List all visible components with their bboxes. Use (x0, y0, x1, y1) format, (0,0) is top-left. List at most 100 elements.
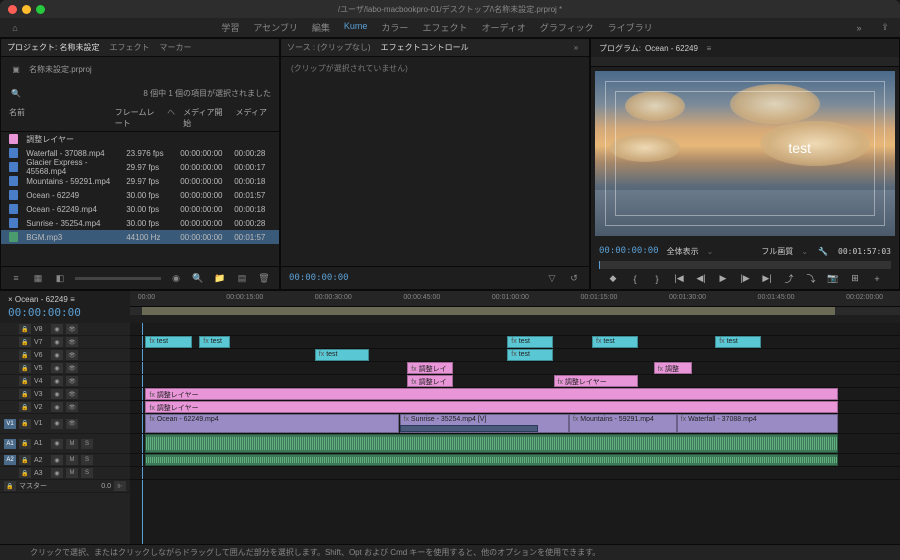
lock-icon[interactable]: 🔒 (19, 419, 31, 429)
workspace-ライブラリ[interactable]: ライブラリ (608, 21, 653, 34)
mute-button[interactable]: 👁 (66, 337, 78, 347)
tab-effects[interactable]: エフェクト (109, 42, 149, 53)
work-area-bar[interactable] (130, 307, 900, 315)
wrench-icon[interactable]: 🔧 (816, 244, 830, 258)
track-header-V2[interactable]: 🔒V2◉👁 (0, 401, 130, 414)
clip[interactable]: fx Mountains - 59291.mp4 (569, 414, 677, 433)
bin-item[interactable]: Mountains - 59291.mp429.97 fps00:00:00:0… (1, 174, 279, 188)
mute-button[interactable]: M (66, 468, 78, 478)
home-icon[interactable]: ⌂ (8, 21, 22, 35)
clip[interactable]: fx 調整レイヤー (554, 375, 639, 387)
track-header-A2[interactable]: A2🔒A2◉MS (0, 454, 130, 467)
mute-button[interactable]: 👁 (66, 419, 78, 429)
panel-menu-icon[interactable]: ≡ (702, 41, 716, 55)
track-header-V5[interactable]: 🔒V5◉👁 (0, 362, 130, 375)
tab-source[interactable]: ソース : (クリップなし) (287, 42, 371, 53)
track-header-V3[interactable]: 🔒V3◉👁 (0, 388, 130, 401)
track-row-v7[interactable]: fx testfx testfx testfx testfx test (130, 336, 900, 349)
solo-button[interactable]: S (81, 455, 93, 465)
button-editor-button[interactable]: + (870, 272, 885, 285)
track-header-A3[interactable]: 🔒A3◉MS (0, 467, 130, 480)
mute-button[interactable]: M (66, 455, 78, 465)
track-header-V8[interactable]: 🔒V8◉👁 (0, 323, 130, 336)
mark-out-button[interactable]: } (650, 272, 665, 285)
track-row-v2[interactable]: fx 調整レイヤー (130, 401, 900, 414)
workspace-オーディオ[interactable]: オーディオ (481, 21, 525, 34)
track-header-V7[interactable]: 🔒V7◉👁 (0, 336, 130, 349)
workspace-グラフィック[interactable]: グラフィック (540, 21, 594, 34)
program-monitor[interactable]: test (595, 71, 895, 236)
share-icon[interactable]: ⇪ (878, 21, 892, 35)
clip[interactable]: fx 調整レイヤー (145, 401, 838, 413)
toggle-track[interactable]: ◉ (51, 389, 63, 399)
workspace-カラー[interactable]: カラー (381, 21, 408, 34)
mute-button[interactable]: M (66, 439, 78, 449)
master-track-header[interactable]: 🔒マスター0.0⊩ (0, 480, 130, 493)
clip[interactable]: fx test (507, 336, 553, 348)
clip[interactable]: fx Ocean - 62249.mp4 (145, 414, 399, 433)
source-patch[interactable]: A1 (4, 439, 16, 449)
step-back-button[interactable]: ◀| (694, 272, 709, 285)
toggle-track[interactable]: ◉ (51, 402, 63, 412)
lock-icon[interactable]: 🔒 (19, 455, 31, 465)
clip[interactable]: fx test (199, 336, 230, 348)
bin-item[interactable]: Ocean - 62249.mp430.00 fps00:00:00:0000:… (1, 202, 279, 216)
compare-button[interactable]: ⊞ (848, 272, 863, 285)
program-ruler[interactable] (591, 57, 899, 67)
toggle-track[interactable]: ◉ (51, 324, 63, 334)
bin-list[interactable]: 調整レイヤーWaterfall - 37088.mp423.976 fps00:… (1, 132, 279, 266)
toggle-track[interactable]: ◉ (51, 363, 63, 373)
toggle-track[interactable]: ◉ (51, 455, 63, 465)
tab-markers[interactable]: マーカー (159, 42, 191, 53)
lock-icon[interactable]: 🔒 (19, 376, 31, 386)
fit-dropdown[interactable]: 全体表示 (667, 246, 699, 257)
col-framerate[interactable]: フレームレート (115, 107, 159, 129)
maximize-window-button[interactable] (36, 5, 45, 14)
go-out-button[interactable]: ▶| (760, 272, 775, 285)
track-row-v8[interactable] (130, 323, 900, 336)
close-window-button[interactable] (8, 5, 17, 14)
clip[interactable]: fx 調整レイ (407, 375, 453, 387)
zoom-slider[interactable] (75, 277, 161, 280)
sort-icon[interactable]: ◉ (169, 271, 183, 285)
source-patch[interactable]: V1 (4, 419, 16, 429)
lock-icon[interactable]: 🔒 (19, 439, 31, 449)
mute-button[interactable]: 👁 (66, 389, 78, 399)
track-header-V4[interactable]: 🔒V4◉👁 (0, 375, 130, 388)
track-row-v4[interactable]: fx 調整レイ fx 調整レイヤー (130, 375, 900, 388)
panel-menu-icon[interactable]: » (569, 41, 583, 55)
clip[interactable]: fx test (507, 349, 553, 361)
clip[interactable]: fx 調整 (654, 362, 693, 374)
search-icon[interactable]: 🔍 (9, 86, 23, 100)
mute-button[interactable]: 👁 (66, 376, 78, 386)
tab-effect-controls[interactable]: エフェクトコントロール (381, 42, 469, 53)
mute-button[interactable]: 👁 (66, 363, 78, 373)
lift-button[interactable]: ⤴ (782, 272, 797, 285)
new-bin-icon[interactable]: 📁 (213, 271, 227, 285)
bin-item[interactable]: Ocean - 6224930.00 fps00:00:00:0000:01:5… (1, 188, 279, 202)
program-timecode-left[interactable]: 00:00:00:00 (599, 246, 659, 256)
workspace-アセンブリ[interactable]: アセンブリ (253, 21, 298, 34)
toggle-track[interactable]: ◉ (51, 376, 63, 386)
lock-icon[interactable]: 🔒 (19, 468, 31, 478)
toggle-track[interactable]: ◉ (51, 350, 63, 360)
clip[interactable] (145, 454, 838, 466)
program-scrubber[interactable] (599, 261, 891, 269)
track-row-v5[interactable]: fx 調整レイfx 調整 (130, 362, 900, 375)
track-row-a1[interactable] (130, 434, 900, 454)
track-row-v3[interactable]: fx 調整レイヤー (130, 388, 900, 401)
text-overlay[interactable]: test (788, 140, 811, 156)
bin-item[interactable]: 調整レイヤー (1, 132, 279, 146)
track-content[interactable]: fx testfx testfx testfx testfx testfx te… (130, 323, 900, 544)
col-name[interactable]: 名前 (9, 107, 107, 129)
icon-view-icon[interactable]: ▦ (31, 271, 45, 285)
add-marker-button[interactable]: ◆ (606, 272, 621, 285)
toggle-track[interactable]: ◉ (51, 419, 63, 429)
clip[interactable]: fx 調整レイヤー (145, 388, 838, 400)
step-forward-button[interactable]: |▶ (738, 272, 753, 285)
workspace-エフェクト[interactable]: エフェクト (422, 21, 467, 34)
export-frame-button[interactable]: 📷 (826, 272, 841, 285)
bin-item[interactable]: Sunrise - 35254.mp430.00 fps00:00:00:000… (1, 216, 279, 230)
toggle-track[interactable]: ◉ (51, 468, 63, 478)
lock-icon[interactable]: 🔒 (19, 389, 31, 399)
